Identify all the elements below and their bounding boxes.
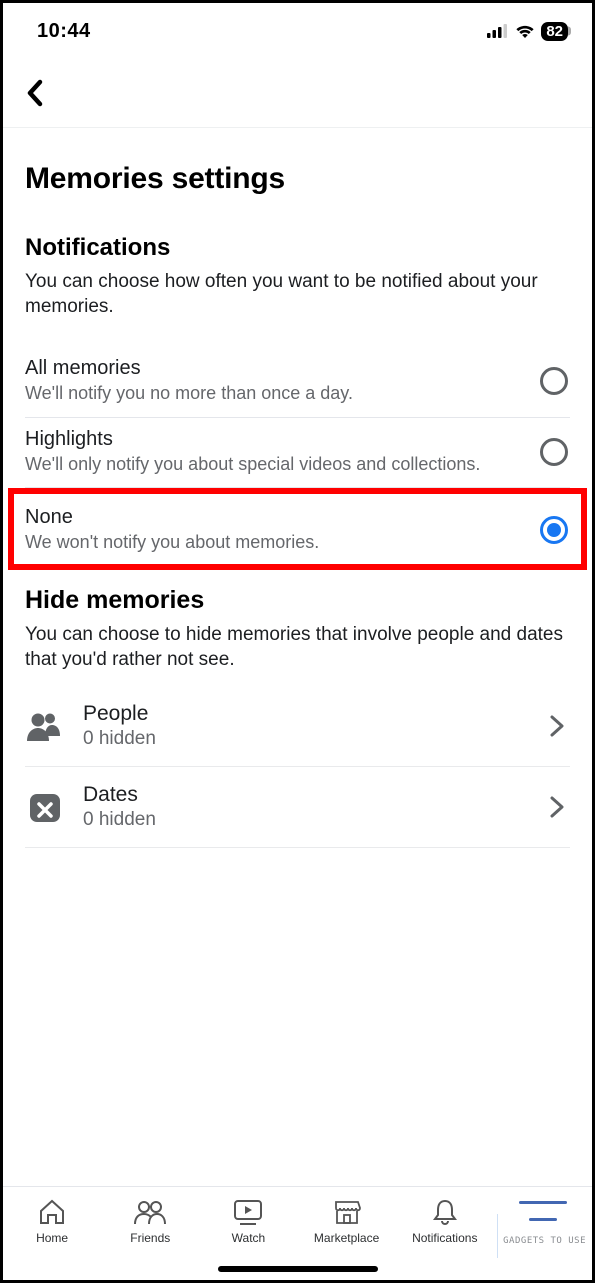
wifi-icon <box>515 24 535 39</box>
divider <box>497 1214 498 1258</box>
home-indicator[interactable] <box>218 1266 378 1272</box>
tab-home[interactable]: Home <box>3 1197 101 1245</box>
option-title: Highlights <box>25 428 528 451</box>
calendar-x-icon <box>25 787 65 827</box>
list-subtitle: 0 hidden <box>83 728 526 750</box>
radio-icon[interactable] <box>540 367 568 395</box>
chevron-left-icon <box>25 79 45 107</box>
chevron-right-icon <box>544 713 570 739</box>
people-icon <box>25 706 65 746</box>
notification-options: All memories We'll notify you no more th… <box>25 347 570 570</box>
nav-header <box>3 53 592 119</box>
page-title: Memories settings <box>25 162 570 196</box>
option-title: None <box>25 506 528 529</box>
battery-level-icon: 82 <box>541 22 568 41</box>
tab-friends[interactable]: Friends <box>101 1197 199 1245</box>
hide-section-desc: You can choose to hide memories that inv… <box>25 623 570 672</box>
notifications-section-desc: You can choose how often you want to be … <box>25 270 570 319</box>
marketplace-icon <box>330 1197 364 1227</box>
home-icon <box>35 1197 69 1227</box>
bell-icon <box>428 1197 462 1227</box>
tab-label: Friends <box>130 1231 170 1245</box>
menu-active-indicator <box>519 1201 567 1204</box>
tab-label: Home <box>36 1231 68 1245</box>
list-title: People <box>83 702 526 726</box>
option-title: All memories <box>25 357 528 380</box>
radio-icon[interactable] <box>540 438 568 466</box>
tab-menu[interactable] <box>494 1197 592 1221</box>
tab-label: Notifications <box>412 1231 477 1245</box>
battery-percent: 82 <box>546 23 563 40</box>
hide-dates-row[interactable]: Dates 0 hidden <box>25 767 570 848</box>
cellular-signal-icon <box>487 24 509 38</box>
hide-people-row[interactable]: People 0 hidden <box>25 696 570 767</box>
option-all-memories[interactable]: All memories We'll notify you no more th… <box>25 347 570 418</box>
status-right: 82 <box>487 22 568 41</box>
list-subtitle: 0 hidden <box>83 809 526 831</box>
tab-label: Watch <box>232 1231 266 1245</box>
hamburger-icon <box>529 1218 557 1221</box>
notifications-section-title: Notifications <box>25 234 570 262</box>
tab-label: Marketplace <box>314 1231 379 1245</box>
friends-icon <box>133 1197 167 1227</box>
option-none[interactable]: None We won't notify you about memories. <box>25 498 570 562</box>
tab-marketplace[interactable]: Marketplace <box>298 1197 396 1245</box>
status-bar: 10:44 82 <box>3 3 592 53</box>
watch-icon <box>231 1197 265 1227</box>
hide-section-title: Hide memories <box>25 586 570 615</box>
back-button[interactable] <box>25 73 65 113</box>
option-subtitle: We'll only notify you about special vide… <box>25 453 528 476</box>
option-highlights[interactable]: Highlights We'll only notify you about s… <box>25 418 570 489</box>
option-subtitle: We'll notify you no more than once a day… <box>25 382 528 405</box>
option-subtitle: We won't notify you about memories. <box>25 531 528 554</box>
highlighted-option: None We won't notify you about memories. <box>8 488 587 570</box>
radio-icon[interactable] <box>540 516 568 544</box>
status-time: 10:44 <box>37 20 91 43</box>
watermark: GADGETS TO USE <box>503 1236 586 1246</box>
tab-watch[interactable]: Watch <box>199 1197 297 1245</box>
tab-notifications[interactable]: Notifications <box>396 1197 494 1245</box>
hide-list: People 0 hidden Dates 0 hidden <box>25 696 570 848</box>
chevron-right-icon <box>544 794 570 820</box>
list-title: Dates <box>83 783 526 807</box>
